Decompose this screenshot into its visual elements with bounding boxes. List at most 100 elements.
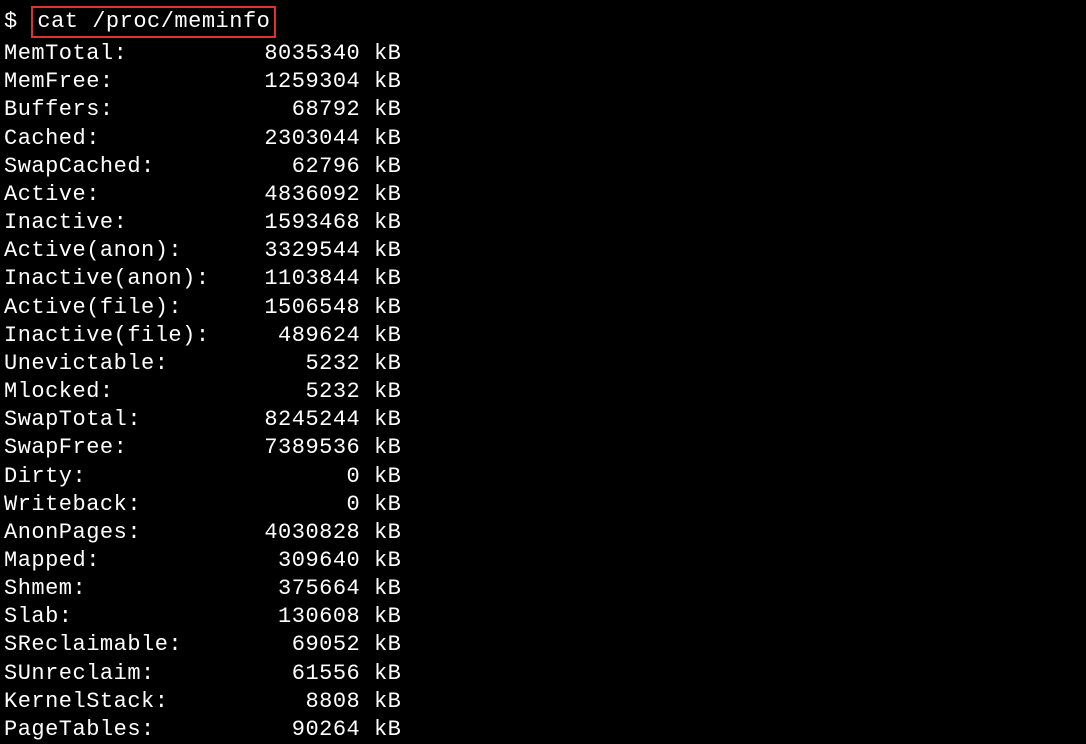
meminfo-label: SReclaimable:: [4, 632, 223, 657]
prompt-symbol: $: [4, 9, 18, 34]
meminfo-value: 68792: [223, 97, 360, 122]
meminfo-value: 8245244: [223, 407, 360, 432]
meminfo-label: Buffers:: [4, 97, 223, 122]
meminfo-label: Active:: [4, 182, 223, 207]
meminfo-value: 7389536: [223, 435, 360, 460]
meminfo-row: Slab: 130608 kB: [4, 603, 1082, 631]
meminfo-unit: kB: [360, 661, 401, 686]
meminfo-label: Inactive(file):: [4, 323, 223, 348]
meminfo-label: SwapFree:: [4, 435, 223, 460]
meminfo-row: Active(anon): 3329544 kB: [4, 237, 1082, 265]
meminfo-row: Inactive: 1593468 kB: [4, 209, 1082, 237]
meminfo-row: SReclaimable: 69052 kB: [4, 631, 1082, 659]
meminfo-row: Mlocked: 5232 kB: [4, 378, 1082, 406]
meminfo-unit: kB: [360, 520, 401, 545]
meminfo-unit: kB: [360, 689, 401, 714]
meminfo-unit: kB: [360, 126, 401, 151]
meminfo-row: Active: 4836092 kB: [4, 181, 1082, 209]
meminfo-unit: kB: [360, 464, 401, 489]
meminfo-value: 69052: [223, 632, 360, 657]
meminfo-unit: kB: [360, 604, 401, 629]
meminfo-row: Active(file): 1506548 kB: [4, 294, 1082, 322]
meminfo-label: AnonPages:: [4, 520, 223, 545]
meminfo-value: 309640: [223, 548, 360, 573]
meminfo-value: 375664: [223, 576, 360, 601]
meminfo-label: Active(file):: [4, 295, 223, 320]
meminfo-unit: kB: [360, 492, 401, 517]
meminfo-label: Mapped:: [4, 548, 223, 573]
meminfo-label: SwapTotal:: [4, 407, 223, 432]
meminfo-unit: kB: [360, 323, 401, 348]
meminfo-label: Dirty:: [4, 464, 223, 489]
meminfo-unit: kB: [360, 717, 401, 742]
command-prompt-line[interactable]: $ cat /proc/meminfo: [4, 6, 1082, 38]
meminfo-value: 62796: [223, 154, 360, 179]
meminfo-label: MemTotal:: [4, 41, 223, 66]
meminfo-value: 1259304: [223, 69, 360, 94]
meminfo-row: Unevictable: 5232 kB: [4, 350, 1082, 378]
meminfo-label: Inactive:: [4, 210, 223, 235]
meminfo-unit: kB: [360, 69, 401, 94]
meminfo-label: KernelStack:: [4, 689, 223, 714]
meminfo-row: SwapCached: 62796 kB: [4, 153, 1082, 181]
meminfo-value: 0: [223, 464, 360, 489]
meminfo-label: Cached:: [4, 126, 223, 151]
meminfo-value: 1593468: [223, 210, 360, 235]
meminfo-value: 8035340: [223, 41, 360, 66]
meminfo-value: 90264: [223, 717, 360, 742]
meminfo-value: 4030828: [223, 520, 360, 545]
meminfo-label: Inactive(anon):: [4, 266, 223, 291]
command-text-highlighted: cat /proc/meminfo: [31, 6, 276, 38]
meminfo-value: 5232: [223, 351, 360, 376]
meminfo-label: Shmem:: [4, 576, 223, 601]
meminfo-unit: kB: [360, 295, 401, 320]
meminfo-row: Mapped: 309640 kB: [4, 547, 1082, 575]
meminfo-value: 489624: [223, 323, 360, 348]
meminfo-unit: kB: [360, 154, 401, 179]
meminfo-row: SwapTotal: 8245244 kB: [4, 406, 1082, 434]
meminfo-value: 130608: [223, 604, 360, 629]
meminfo-value: 61556: [223, 661, 360, 686]
meminfo-label: SUnreclaim:: [4, 661, 223, 686]
meminfo-row: SUnreclaim: 61556 kB: [4, 660, 1082, 688]
meminfo-row: MemTotal: 8035340 kB: [4, 40, 1082, 68]
meminfo-row: MemFree: 1259304 kB: [4, 68, 1082, 96]
meminfo-row: SwapFree: 7389536 kB: [4, 434, 1082, 462]
meminfo-unit: kB: [360, 210, 401, 235]
meminfo-label: SwapCached:: [4, 154, 223, 179]
meminfo-row: Inactive(file): 489624 kB: [4, 322, 1082, 350]
meminfo-row: Buffers: 68792 kB: [4, 96, 1082, 124]
meminfo-unit: kB: [360, 97, 401, 122]
meminfo-label: MemFree:: [4, 69, 223, 94]
meminfo-value: 5232: [223, 379, 360, 404]
meminfo-unit: kB: [360, 407, 401, 432]
meminfo-unit: kB: [360, 435, 401, 460]
meminfo-label: Slab:: [4, 604, 223, 629]
meminfo-row: KernelStack: 8808 kB: [4, 688, 1082, 716]
meminfo-value: 1506548: [223, 295, 360, 320]
meminfo-unit: kB: [360, 351, 401, 376]
meminfo-unit: kB: [360, 548, 401, 573]
meminfo-row: Shmem: 375664 kB: [4, 575, 1082, 603]
meminfo-row: Writeback: 0 kB: [4, 491, 1082, 519]
meminfo-unit: kB: [360, 632, 401, 657]
meminfo-label: Unevictable:: [4, 351, 223, 376]
meminfo-output: MemTotal: 8035340 kBMemFree: 1259304 kBB…: [4, 40, 1082, 744]
meminfo-unit: kB: [360, 182, 401, 207]
meminfo-row: Dirty: 0 kB: [4, 463, 1082, 491]
meminfo-value: 4836092: [223, 182, 360, 207]
meminfo-value: 8808: [223, 689, 360, 714]
meminfo-value: 2303044: [223, 126, 360, 151]
meminfo-row: Inactive(anon): 1103844 kB: [4, 265, 1082, 293]
meminfo-label: Writeback:: [4, 492, 223, 517]
meminfo-unit: kB: [360, 576, 401, 601]
meminfo-unit: kB: [360, 238, 401, 263]
meminfo-row: PageTables: 90264 kB: [4, 716, 1082, 744]
meminfo-unit: kB: [360, 379, 401, 404]
meminfo-label: PageTables:: [4, 717, 223, 742]
meminfo-value: 1103844: [223, 266, 360, 291]
meminfo-row: Cached: 2303044 kB: [4, 125, 1082, 153]
meminfo-unit: kB: [360, 41, 401, 66]
meminfo-label: Mlocked:: [4, 379, 223, 404]
meminfo-label: Active(anon):: [4, 238, 223, 263]
